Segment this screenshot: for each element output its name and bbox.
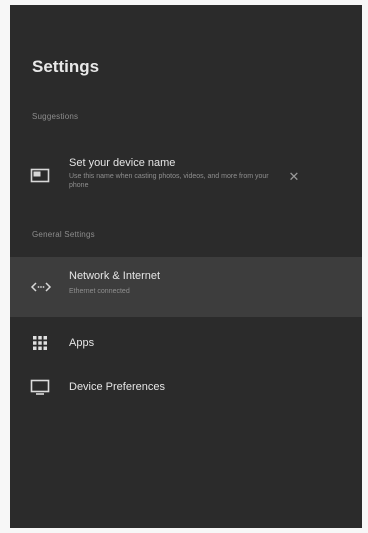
settings-screen: Settings Suggestions Set your device nam… [10,5,362,528]
suggestion-subtitle: Use this name when casting photos, video… [69,173,269,189]
page-title: Settings [32,57,100,76]
apps-grid-icon [30,335,50,351]
dismiss-suggestion-button[interactable]: ✕ [285,168,303,186]
menu-item-label: Apps [69,337,95,349]
menu-item-sublabel: Ethernet connected [69,288,130,295]
menu-item-network-internet[interactable]: Network & Internet Ethernet connected [10,257,362,317]
section-header-general: General Settings [32,230,95,239]
menu-item-apps[interactable]: Apps [10,327,362,359]
menu-item-label: Network & Internet [69,270,161,282]
cast-screen-icon [30,168,50,184]
section-header-suggestions: Suggestions [32,112,79,121]
menu-item-label: Device Preferences [69,381,165,393]
menu-item-device-preferences[interactable]: Device Preferences [10,372,362,404]
suggestion-title: Set your device name [69,157,176,169]
tv-monitor-icon [30,379,50,395]
network-arrows-icon [30,279,52,295]
close-icon: ✕ [288,169,300,184]
suggestion-set-device-name[interactable]: Set your device name Use this name when … [10,148,362,204]
